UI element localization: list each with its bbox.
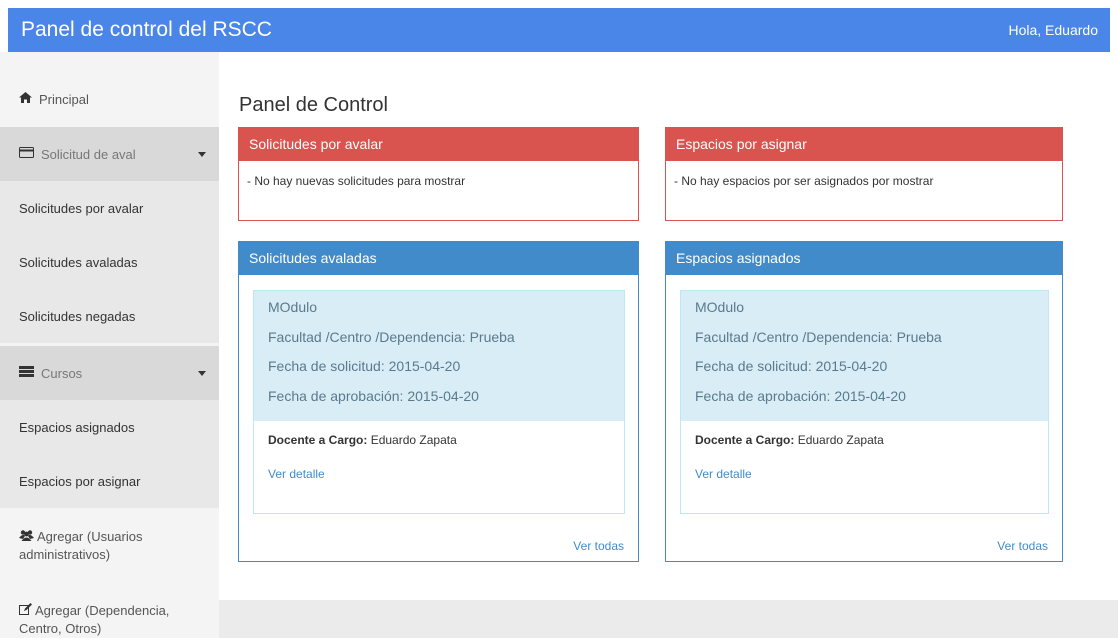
sidebar-item-label: Agregar (Usuarios xyxy=(37,528,143,544)
home-icon xyxy=(19,92,32,106)
chevron-down-icon xyxy=(198,152,206,157)
users-icon xyxy=(19,529,34,546)
card-name: MOdulo xyxy=(268,299,318,315)
sidebar-item-principal[interactable]: Principal xyxy=(0,74,219,124)
sidebar-item-label: Principal xyxy=(39,91,89,107)
sidebar-item-label-line1: Agregar (Usuarios xyxy=(19,528,143,546)
credit-card-icon xyxy=(19,147,34,161)
sidebar-item-label-line1: Agregar (Dependencia, xyxy=(19,602,169,620)
panel-body-text: - No hay espacios por ser asignados por … xyxy=(674,174,934,188)
card-facultad: Facultad /Centro /Dependencia: Prueba xyxy=(695,328,942,345)
sidebar-item-espacios-asignados[interactable]: Espacios asignados xyxy=(0,400,219,454)
docente-label: Docente a Cargo: xyxy=(695,433,795,447)
sidebar-item-label: Espacios por asignar xyxy=(19,473,141,489)
card-fecha-solicitud: Fecha de solicitud: 2015-04-20 xyxy=(268,358,461,374)
sidebar-item-espacios-por-asignar[interactable]: Espacios por asignar xyxy=(0,454,219,508)
card-facultad: Facultad /Centro /Dependencia: Prueba xyxy=(268,328,515,345)
card-fecha-solicitud: Fecha de solicitud: 2015-04-20 xyxy=(695,358,888,374)
sidebar-toggle-label: Cursos xyxy=(41,365,83,381)
request-card: MOdulo Facultad /Centro /Dependencia: Pr… xyxy=(680,290,1049,514)
sidebar: Principal Solicitud de aval Solicitudes … xyxy=(0,52,219,638)
ver-detalle-link[interactable]: Ver detalle xyxy=(268,467,325,481)
panel-solicitudes-avaladas: Solicitudes avaladas MOdulo Facultad /Ce… xyxy=(238,241,639,562)
sidebar-item-agregar-dependencia[interactable]: Agregar (Dependencia, Centro, Otros) xyxy=(0,594,219,638)
footer-bar xyxy=(219,600,1118,638)
sidebar-toggle-solicitud[interactable]: Solicitud de aval xyxy=(0,127,219,181)
card-docente: Docente a Cargo: Eduardo Zapata xyxy=(681,421,1048,447)
panel-heading: Solicitudes por avalar xyxy=(239,128,638,161)
panel-solicitudes-por-avalar: Solicitudes por avalar - No hay nuevas s… xyxy=(238,127,639,221)
page-title: Panel de Control xyxy=(239,94,388,116)
sidebar-item-label: Solicitudes negadas xyxy=(19,308,136,324)
sidebar-toggle-cursos[interactable]: Cursos xyxy=(0,346,219,400)
sidebar-item-label: Espacios asignados xyxy=(19,419,135,435)
user-greeting[interactable]: Hola, Eduardo xyxy=(1008,22,1098,38)
ver-todas-link[interactable]: Ver todas xyxy=(997,539,1048,553)
panel-espacios-por-asignar: Espacios por asignar - No hay espacios p… xyxy=(665,127,1063,221)
sidebar-item-label: Solicitudes avaladas xyxy=(19,254,138,270)
request-card: MOdulo Facultad /Centro /Dependencia: Pr… xyxy=(253,290,625,514)
sidebar-item-solicitudes-avaladas[interactable]: Solicitudes avaladas xyxy=(0,235,219,289)
docente-label: Docente a Cargo: xyxy=(268,433,368,447)
card-info: MOdulo Facultad /Centro /Dependencia: Pr… xyxy=(681,291,1048,421)
ver-todas-link[interactable]: Ver todas xyxy=(573,539,624,553)
card-info: MOdulo Facultad /Centro /Dependencia: Pr… xyxy=(254,291,624,421)
panel-heading: Espacios por asignar xyxy=(666,128,1062,161)
panel-espacios-asignados: Espacios asignados MOdulo Facultad /Cent… xyxy=(665,241,1063,562)
chevron-down-icon xyxy=(198,371,206,376)
app-title[interactable]: Panel de control del RSCC xyxy=(21,18,272,42)
panel-heading: Solicitudes avaladas xyxy=(239,242,638,275)
sidebar-item-agregar-usuarios[interactable]: Agregar (Usuarios administrativos) xyxy=(0,520,219,570)
sidebar-item-label-line2: administrativos) xyxy=(19,546,111,562)
panel-body-text: - No hay nuevas solicitudes para mostrar xyxy=(247,174,466,188)
card-docente: Docente a Cargo: Eduardo Zapata xyxy=(254,421,624,447)
edit-icon xyxy=(19,602,32,620)
sidebar-item-solicitudes-negadas[interactable]: Solicitudes negadas xyxy=(0,289,219,343)
panel-heading: Espacios asignados xyxy=(666,242,1062,275)
top-navbar: Panel de control del RSCC Hola, Eduardo xyxy=(8,8,1110,52)
list-icon xyxy=(19,366,34,380)
ver-detalle-link[interactable]: Ver detalle xyxy=(695,467,752,481)
docente-value: Eduardo Zapata xyxy=(367,433,457,447)
sidebar-item-solicitudes-por-avalar[interactable]: Solicitudes por avalar xyxy=(0,181,219,235)
card-name: MOdulo xyxy=(695,299,745,315)
card-fecha-aprobacion: Fecha de aprobación: 2015-04-20 xyxy=(268,387,479,404)
sidebar-item-label: Agregar (Dependencia, xyxy=(35,602,170,618)
card-fecha-aprobacion: Fecha de aprobación: 2015-04-20 xyxy=(695,387,906,404)
docente-value: Eduardo Zapata xyxy=(794,433,884,447)
sidebar-toggle-label: Solicitud de aval xyxy=(41,146,136,162)
sidebar-item-label: Solicitudes por avalar xyxy=(19,200,144,216)
sidebar-item-label-line2: Centro, Otros) xyxy=(19,620,102,636)
